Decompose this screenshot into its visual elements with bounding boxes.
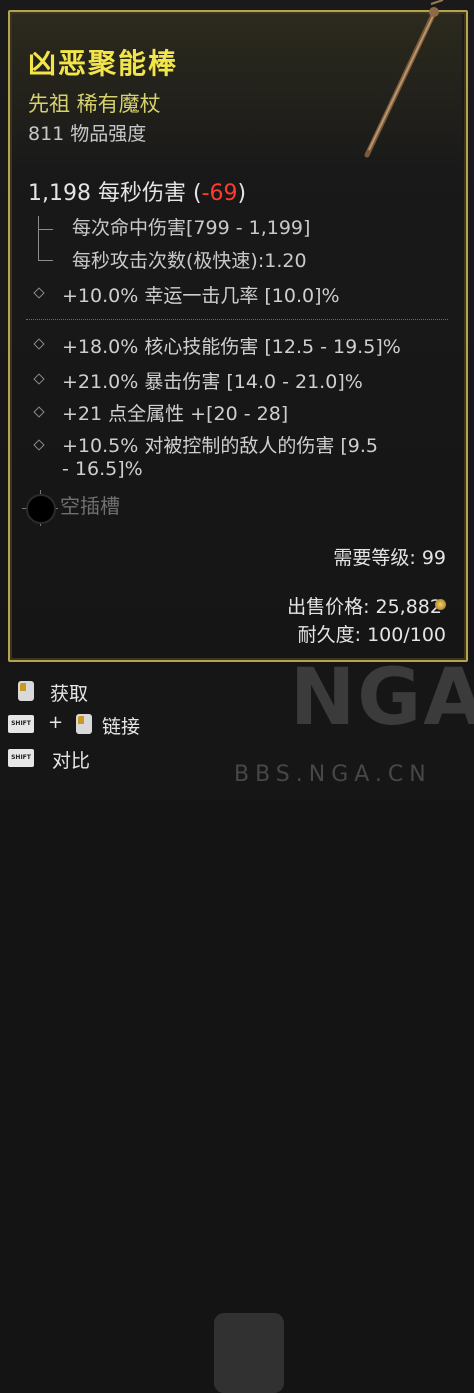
- required-level: 需要等级: 99: [333, 547, 446, 569]
- link-label: 链接: [102, 716, 141, 738]
- watermark-url: BBS.NGA.CN: [234, 762, 432, 787]
- mouse-left-click-icon: [76, 714, 92, 734]
- watermark-text: NGA: [290, 653, 474, 743]
- affix-row: +18.0% 核心技能伤害 [12.5 - 19.5]%: [62, 336, 401, 358]
- affix-row: +10.5% 对被控制的敌人的伤害 [9.5: [62, 435, 378, 457]
- affix-divider: [26, 319, 448, 320]
- acquire-control[interactable]: 获取: [18, 679, 108, 705]
- dps-delta: -69: [201, 181, 238, 206]
- acquire-label: 获取: [50, 683, 89, 705]
- compare-label: 对比: [52, 750, 91, 772]
- nga-logo-icon: [214, 1313, 284, 1393]
- plus-sign: +: [48, 712, 64, 733]
- mouse-left-click-icon: [18, 681, 34, 701]
- diamond-bullet-icon: [33, 338, 45, 350]
- affix-row-continued: - 16.5]%: [62, 458, 143, 480]
- diamond-bullet-icon: [33, 406, 45, 418]
- implicit-affix: +10.0% 幸运一击几率 [10.0]%: [62, 285, 340, 307]
- item-type: 先祖 稀有魔杖: [28, 92, 161, 116]
- controls-footer: NGA BBS.NGA.CN 获取 SHIFT + 链接 SHIFT 对比: [0, 653, 474, 1393]
- gold-coin-icon: [435, 599, 446, 610]
- compare-control[interactable]: SHIFT 对比: [8, 746, 118, 772]
- affix-row: +21.0% 暴击伤害 [14.0 - 21.0]%: [62, 371, 363, 393]
- dps-open-paren: (: [192, 181, 202, 206]
- socket-icon: [26, 494, 56, 524]
- tree-connector-icon: [38, 216, 53, 230]
- shift-key-icon: SHIFT: [8, 715, 34, 733]
- item-tooltip: 凶恶聚能棒 先祖 稀有魔杖 811 物品强度 1,198 每秒伤害 (-69) …: [0, 0, 474, 665]
- wand-image: [364, 0, 444, 158]
- item-power: 811 物品强度: [28, 123, 147, 145]
- durability: 耐久度: 100/100: [297, 624, 446, 646]
- sell-price: 出售价格: 25,882: [287, 596, 442, 618]
- diamond-bullet-icon: [33, 373, 45, 385]
- dps-row: 1,198 每秒伤害 (-69): [28, 175, 246, 207]
- item-name: 凶恶聚能棒: [28, 47, 179, 80]
- tree-connector-icon: [38, 229, 53, 261]
- dps-value: 1,198 每秒伤害: [28, 181, 186, 206]
- shift-key-icon: SHIFT: [8, 749, 34, 767]
- link-control[interactable]: SHIFT + 链接: [8, 712, 168, 738]
- dps-close-paren: ): [237, 181, 247, 206]
- diamond-bullet-icon: [33, 439, 45, 451]
- attack-speed: 每秒攻击次数(极快速):1.20: [72, 250, 307, 272]
- empty-socket-label: 空插槽: [60, 494, 120, 518]
- diamond-bullet-icon: [33, 287, 45, 299]
- damage-per-hit: 每次命中伤害[799 - 1,199]: [72, 217, 311, 239]
- affix-row: +21 点全属性 +[20 - 28]: [62, 403, 289, 425]
